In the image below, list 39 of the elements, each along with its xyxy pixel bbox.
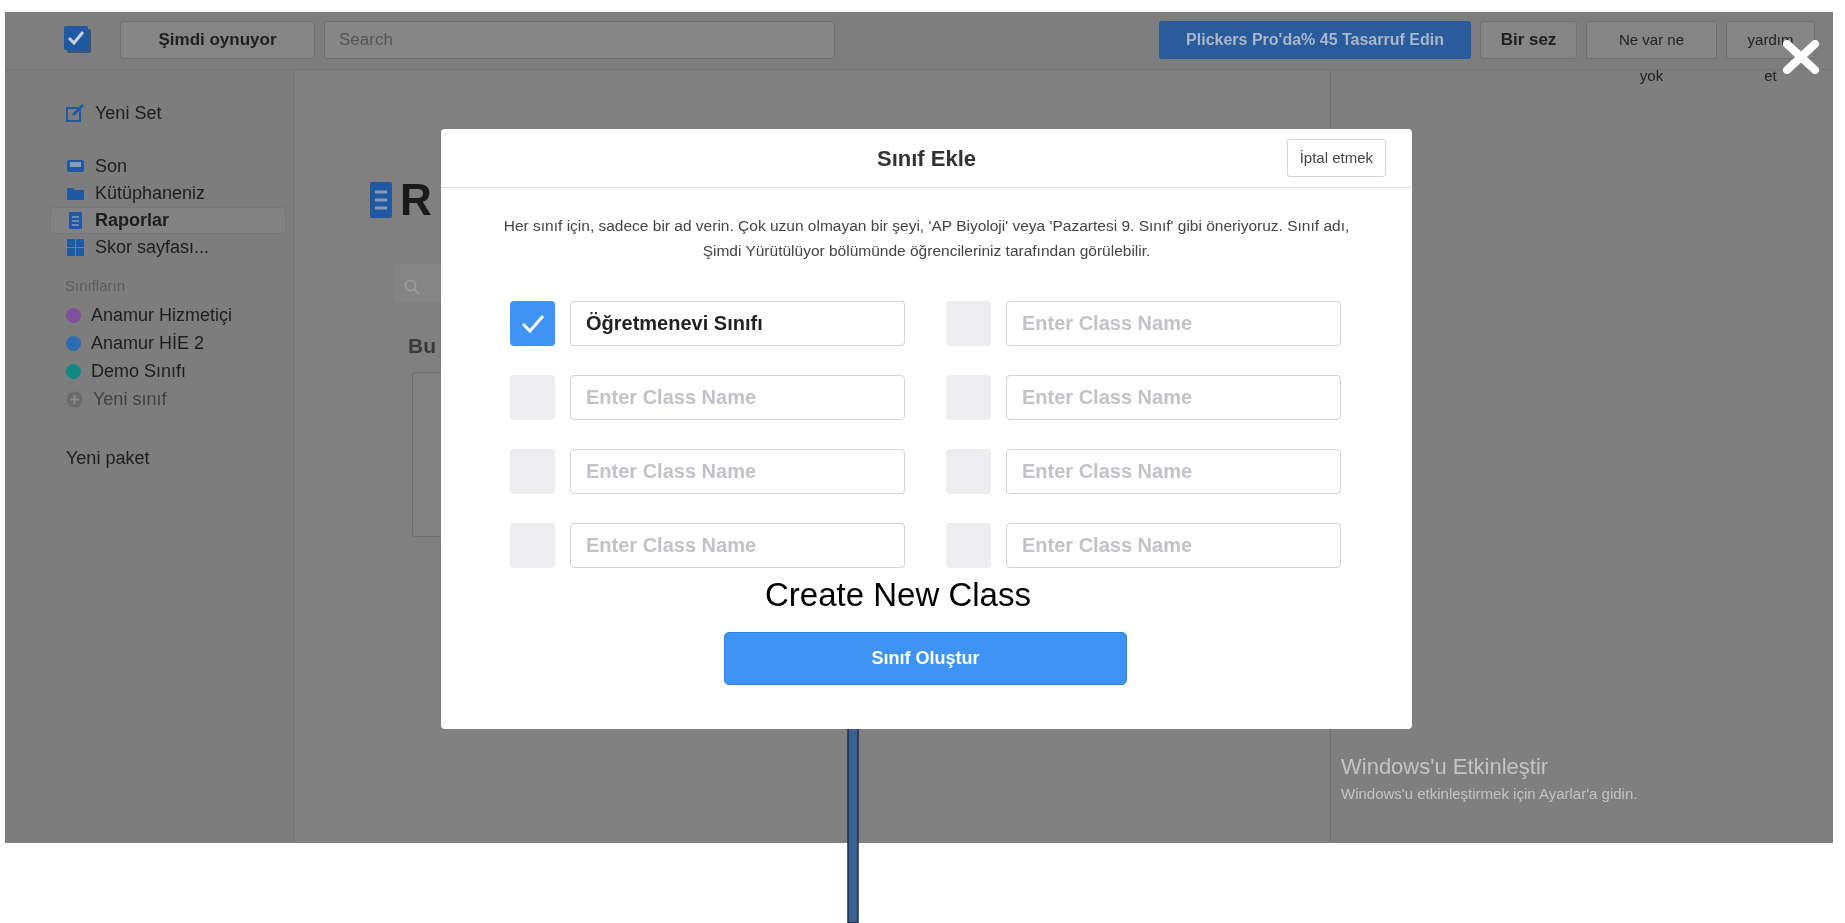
class-item[interactable]: Anamur HİE 2 xyxy=(50,329,286,358)
activation-title: Windows'u Etkinleştir xyxy=(1341,753,1550,781)
class-item[interactable]: Demo Sınıfı xyxy=(50,357,286,386)
class-item[interactable]: Anamur Hizmetiçi xyxy=(50,301,286,330)
list-icon xyxy=(370,182,392,218)
class-name-field[interactable]: Enter Class Name xyxy=(570,449,905,494)
activation-message: Windows'u etkinleştirmek için Ayarlar'a gidin. xyxy=(1341,784,1638,804)
grid-icon xyxy=(66,238,85,257)
checkbox[interactable] xyxy=(510,301,555,346)
class-name-field[interactable]: Enter Class Name xyxy=(1006,375,1341,420)
check-icon xyxy=(520,313,545,334)
nav-button[interactable]: Bir sez xyxy=(1480,21,1577,59)
upgrade-button[interactable]: Plickers Pro'da% 45 Tasarruf Edin xyxy=(1159,21,1471,59)
app-logo-icon xyxy=(63,25,93,55)
class-name-field[interactable]: Enter Class Name xyxy=(1006,523,1341,568)
class-name-field[interactable]: Enter Class Name xyxy=(1006,449,1341,494)
class-name-field[interactable]: Öğretmenevi Sınıfı xyxy=(570,301,905,346)
now-playing-button[interactable]: Şimdi oynuyor xyxy=(120,21,315,59)
annotation-caption: Create New Class xyxy=(765,575,1031,615)
edit-icon xyxy=(66,104,85,123)
class-name-field[interactable]: Enter Class Name xyxy=(570,375,905,420)
class-name-field[interactable]: Enter Class Name xyxy=(570,523,905,568)
sidebar-item[interactable]: Son xyxy=(50,153,286,180)
dialog-description: Her sınıf için, sadece bir ad verin. Çok uzun olmayan bir şeyi, 'AP Biyoloji' veya 'Pazartesi 9. Sınıf' gibi öneriyoruz. Sınıf adı, Şimdi Yürütülüyor bölümünde öğrencileriniz tarafından görülebilir. xyxy=(502,216,1351,261)
add-class-link[interactable]: Yeni sınıf xyxy=(50,385,286,413)
cancel-button[interactable]: İptal etmek xyxy=(1286,139,1386,177)
page-heading: R xyxy=(400,178,432,222)
plus-circle-icon xyxy=(66,390,83,408)
new-pack-link[interactable]: Yeni paket xyxy=(50,444,286,472)
document-icon xyxy=(66,211,85,230)
sidebar-item[interactable]: Skor sayfası... xyxy=(50,234,286,261)
class-name-field[interactable]: Enter Class Name xyxy=(1006,301,1341,346)
create-class-button[interactable]: Sınıf Oluştur xyxy=(724,632,1127,685)
sidebar-item[interactable]: Yeni Set xyxy=(50,100,286,127)
sidebar-item[interactable]: Kütüphaneniz xyxy=(50,180,286,207)
search-box[interactable] xyxy=(394,264,441,302)
section-heading: Bu xyxy=(408,333,437,359)
sidebar-item[interactable]: Raporlar xyxy=(50,207,286,234)
dialog-title: Sınıf Ekle xyxy=(876,144,976,173)
